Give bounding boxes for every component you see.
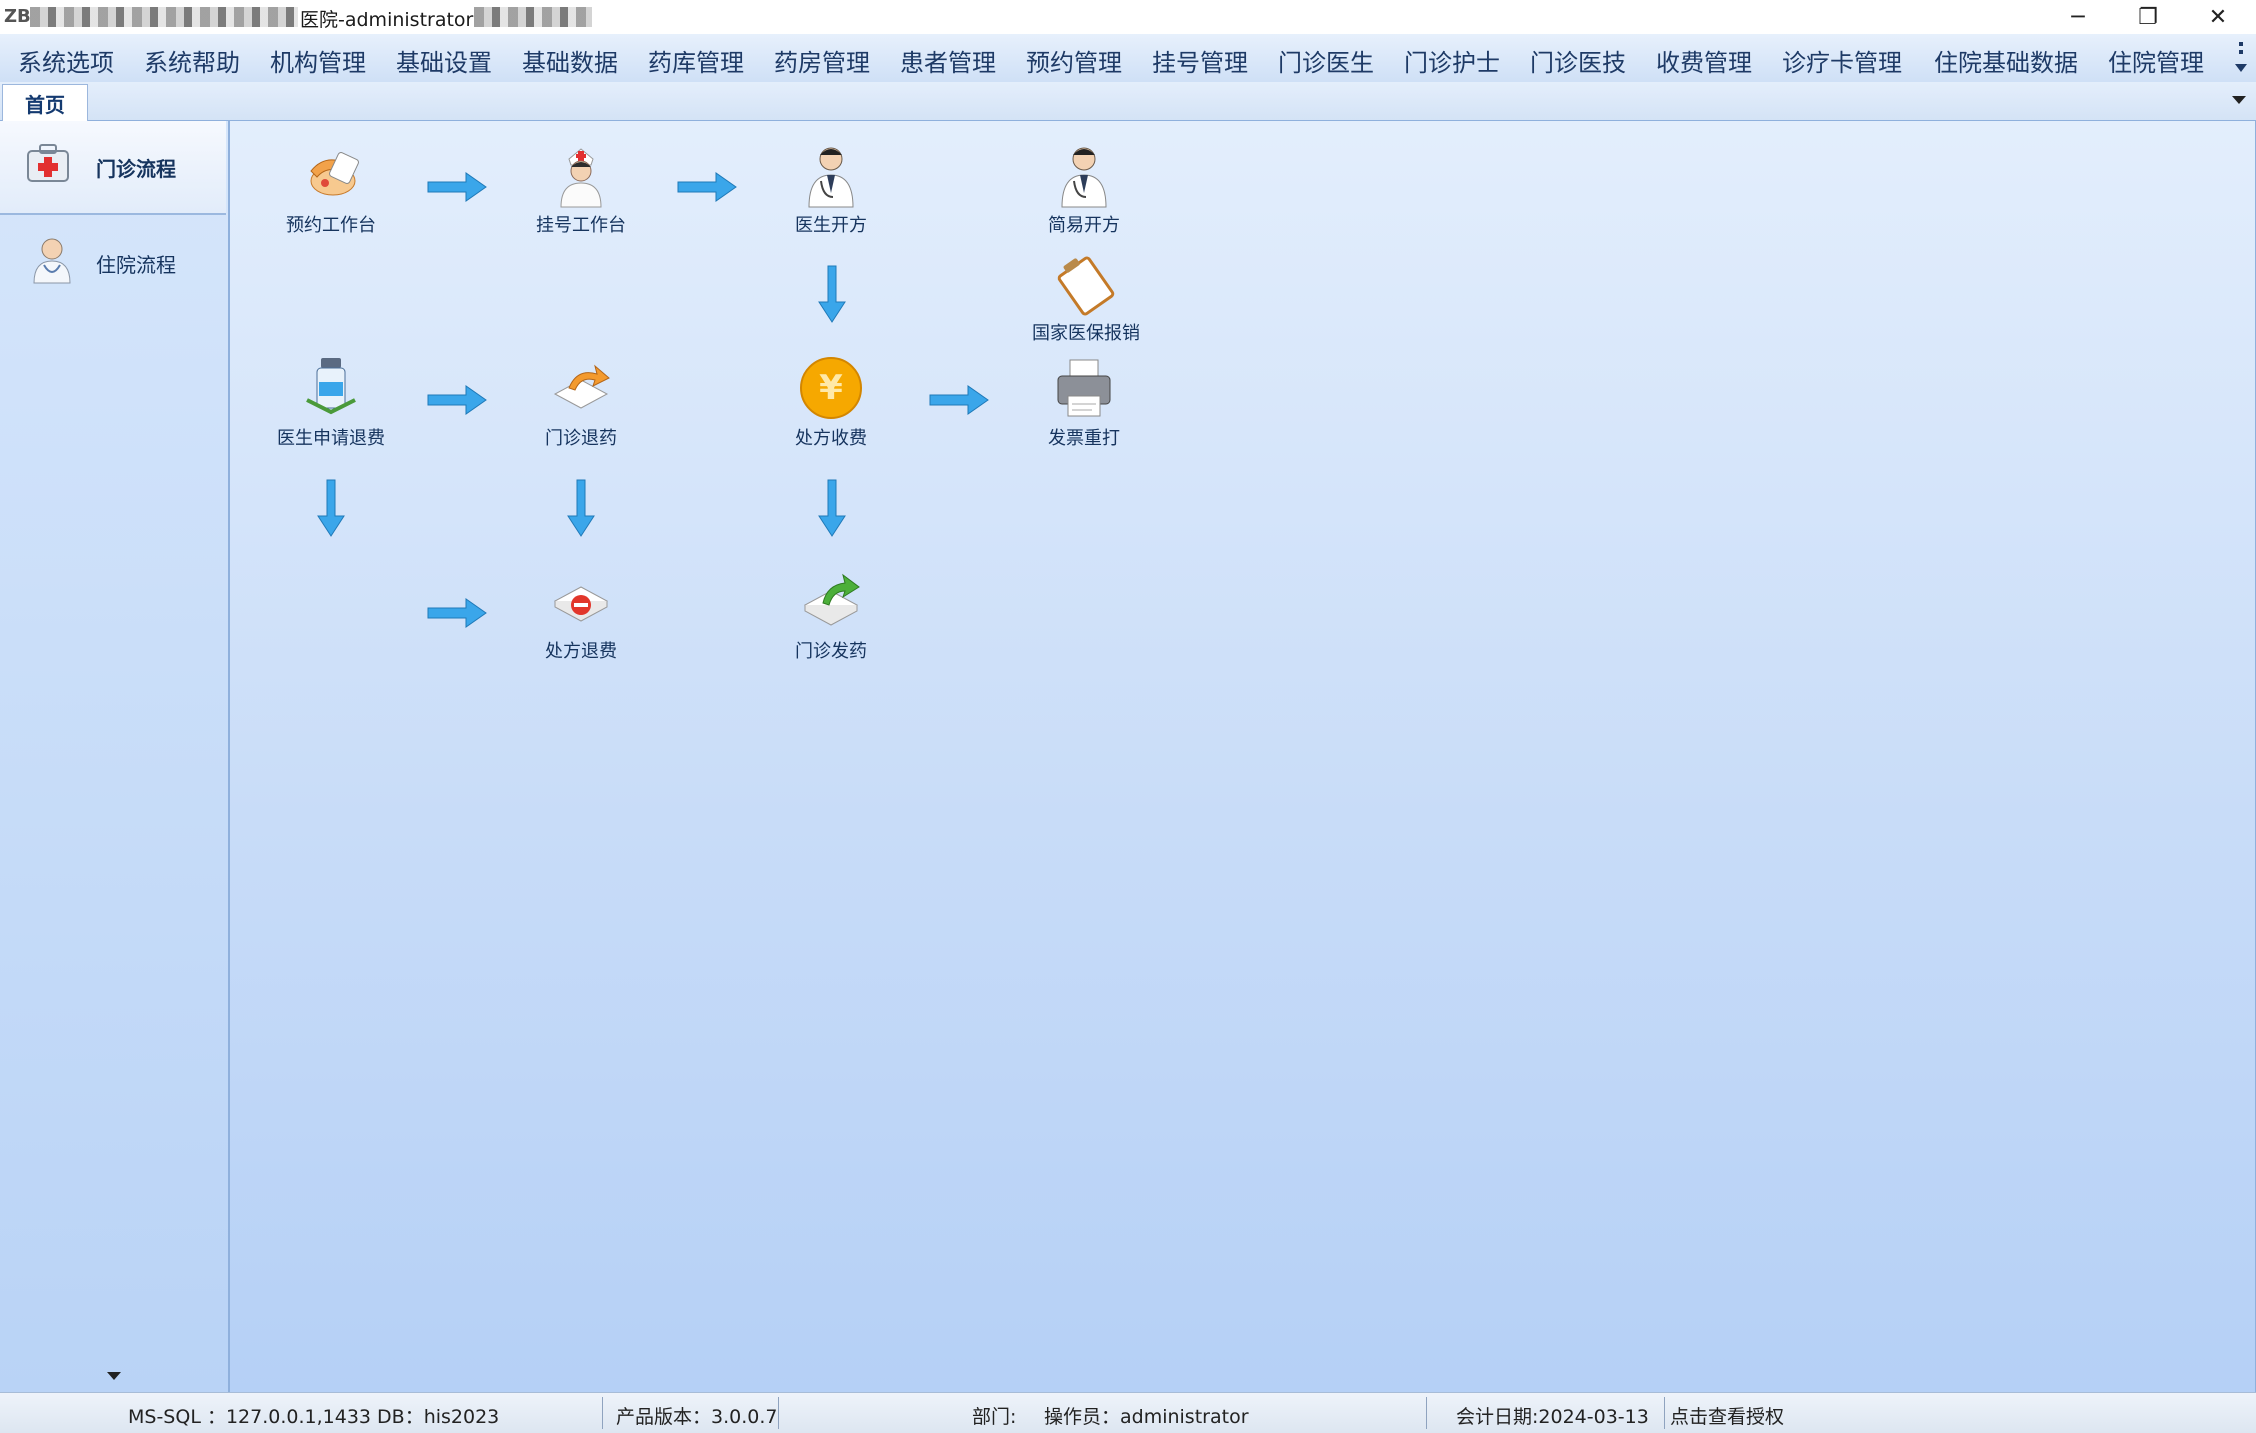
minimize-button[interactable]: ─ <box>2044 0 2112 34</box>
node-national-insurance[interactable]: 国家医保报销 <box>1006 249 1166 345</box>
menu-inpatient[interactable]: 住院管理 <box>2108 43 2204 78</box>
close-button[interactable]: ✕ <box>2184 0 2252 34</box>
arrow-down-icon <box>567 479 595 537</box>
node-label: 处方退费 <box>545 641 617 662</box>
menu-pharmacy-warehouse[interactable]: 药库管理 <box>648 43 744 78</box>
menu-card[interactable]: 诊疗卡管理 <box>1782 43 1902 78</box>
menu-patient[interactable]: 患者管理 <box>900 43 996 78</box>
node-label: 挂号工作台 <box>536 215 626 236</box>
tab-home[interactable]: 首页 <box>2 84 88 121</box>
clipboard-icon <box>1057 256 1115 316</box>
dispense-package-icon <box>803 573 860 626</box>
status-divider <box>602 1397 603 1429</box>
menu-org-management[interactable]: 机构管理 <box>270 43 366 78</box>
menu-appointment[interactable]: 预约管理 <box>1026 43 1122 78</box>
menu-overflow-icon[interactable] <box>2232 38 2250 78</box>
node-prescription-refund[interactable]: 处方退费 <box>501 567 661 663</box>
status-operator: 操作员：administrator <box>1044 1406 1249 1428</box>
menu-inpatient-data[interactable]: 住院基础数据 <box>1934 43 2078 78</box>
nav-label: 门诊流程 <box>96 156 176 181</box>
node-prescription-charge[interactable]: ¥ 处方收费 <box>751 354 911 450</box>
doctor-icon <box>1061 147 1107 208</box>
maximize-button[interactable]: ❐ <box>2114 0 2182 34</box>
view-license-link[interactable]: 点击查看授权 <box>1670 1402 1784 1429</box>
node-label: 医生申请退费 <box>277 428 385 449</box>
menu-bar: 系统选项 系统帮助 机构管理 基础设置 基础数据 药库管理 药房管理 患者管理 … <box>0 34 2256 83</box>
status-db-connection: MS-SQL ：127.0.0.1,1433 DB：his2023 <box>128 1406 500 1428</box>
yuan-coin-icon: ¥ <box>800 357 862 419</box>
menu-system-help[interactable]: 系统帮助 <box>144 43 240 78</box>
node-label: 门诊退药 <box>545 428 617 449</box>
menu-billing[interactable]: 收费管理 <box>1656 43 1752 78</box>
menu-system-options[interactable]: 系统选项 <box>18 43 114 78</box>
nurse-icon <box>560 148 602 208</box>
status-department: 部门: <box>972 1406 1017 1428</box>
menu-outpatient-tech[interactable]: 门诊医技 <box>1530 43 1626 78</box>
chevron-down-icon[interactable] <box>2232 96 2246 104</box>
appointment-phone-icon <box>310 152 359 196</box>
status-account-date: 会计日期:2024-03-13 <box>1456 1406 1649 1428</box>
scroll-down-icon[interactable] <box>107 1372 121 1380</box>
left-navigation: 门诊流程 住院流程 <box>0 121 230 1392</box>
flow-canvas: 预约工作台 挂号工作台 医生开方 简易开方 国家医保报销 医生申请退费 门诊退药… <box>229 121 2256 1392</box>
return-package-icon <box>553 364 610 409</box>
node-label: 门诊发药 <box>795 641 867 662</box>
arrow-right-icon <box>677 172 737 202</box>
arrow-down-icon <box>317 479 345 537</box>
node-label: 预约工作台 <box>286 215 376 236</box>
medicine-bottle-icon <box>306 358 356 415</box>
status-divider <box>1664 1397 1665 1429</box>
node-doctor-prescribe[interactable]: 医生开方 <box>751 141 911 237</box>
node-registration-workbench[interactable]: 挂号工作台 <box>501 141 661 237</box>
node-refund-request[interactable]: 医生申请退费 <box>251 354 411 450</box>
node-outpatient-dispense[interactable]: 门诊发药 <box>751 567 911 663</box>
nav-label: 住院流程 <box>96 252 176 277</box>
menu-basic-settings[interactable]: 基础设置 <box>396 43 492 78</box>
title-bar: ZB 医院-administrator ─ ❐ ✕ <box>0 0 2256 34</box>
node-label: 处方收费 <box>795 428 867 449</box>
node-invoice-reprint[interactable]: 发票重打 <box>1004 354 1164 450</box>
medical-kit-icon <box>27 144 69 182</box>
menu-outpatient-doctor[interactable]: 门诊医生 <box>1278 43 1374 78</box>
redacted-title-suffix <box>474 7 592 27</box>
node-label: 发票重打 <box>1048 428 1120 449</box>
printer-icon <box>1057 359 1111 417</box>
svg-text:¥: ¥ <box>819 368 843 408</box>
node-label: 简易开方 <box>1048 215 1120 236</box>
arrow-right-icon <box>427 598 487 628</box>
doctor-icon <box>33 238 71 284</box>
menu-outpatient-nurse[interactable]: 门诊护士 <box>1404 43 1500 78</box>
menu-basic-data[interactable]: 基础数据 <box>522 43 618 78</box>
window-title: 医院-administrator <box>300 9 474 31</box>
arrow-down-icon <box>818 479 846 537</box>
status-version: 产品版本：3.0.0.7 <box>616 1406 778 1428</box>
status-divider <box>778 1397 779 1429</box>
node-label: 国家医保报销 <box>1032 323 1140 344</box>
redacted-title-prefix <box>30 7 298 27</box>
status-divider <box>1426 1397 1427 1429</box>
nav-item-inpatient-flow[interactable]: 住院流程 <box>0 217 226 309</box>
arrow-right-icon <box>427 172 487 202</box>
arrow-right-icon <box>427 385 487 415</box>
nav-item-outpatient-flow[interactable]: 门诊流程 <box>0 121 226 215</box>
menu-registration[interactable]: 挂号管理 <box>1152 43 1248 78</box>
node-label: 医生开方 <box>795 215 867 236</box>
doctor-icon <box>808 147 854 208</box>
menu-pharmacy[interactable]: 药房管理 <box>774 43 870 78</box>
node-drug-return[interactable]: 门诊退药 <box>501 354 661 450</box>
arrow-right-icon <box>929 385 989 415</box>
refund-package-icon <box>553 586 609 622</box>
arrow-down-icon <box>818 265 846 323</box>
node-appointment-workbench[interactable]: 预约工作台 <box>251 141 411 237</box>
status-bar: MS-SQL ：127.0.0.1,1433 DB：his2023 产品版本：3… <box>0 1392 2256 1433</box>
tab-strip: 首页 <box>0 82 2256 121</box>
node-simple-prescribe[interactable]: 简易开方 <box>1004 141 1164 237</box>
app-logo: ZB <box>4 6 31 27</box>
